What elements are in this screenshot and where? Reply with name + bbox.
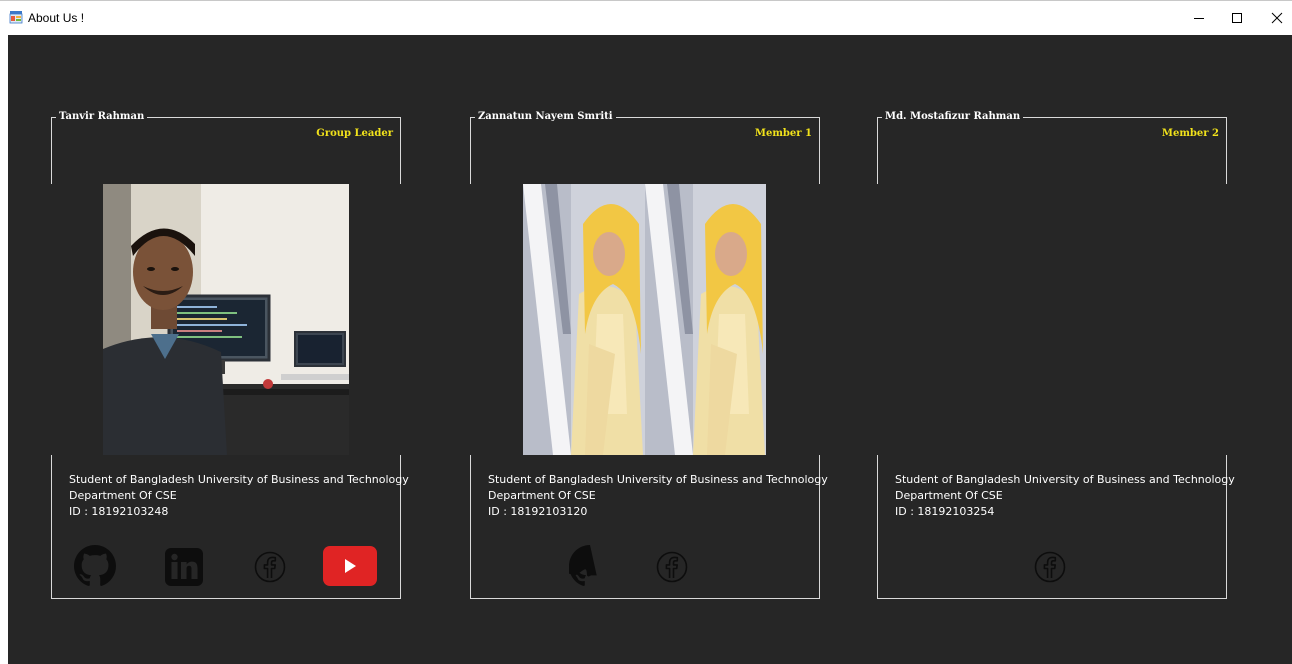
info-id: ID : 18192103254 [895, 505, 995, 518]
app-icon [9, 10, 23, 24]
facebook-icon[interactable] [254, 551, 286, 583]
member-photo-image [523, 184, 766, 455]
close-button[interactable] [1254, 1, 1292, 35]
member-photo-image [103, 184, 349, 455]
github-icon[interactable] [74, 545, 116, 587]
linkedin-icon[interactable] [165, 548, 203, 586]
info-id: ID : 18192103248 [69, 505, 169, 518]
member-info: Student of Bangladesh University of Busi… [69, 472, 409, 520]
youtube-icon[interactable] [323, 546, 377, 586]
info-id: ID : 18192103120 [488, 505, 588, 518]
close-icon [1271, 12, 1283, 24]
info-university: Student of Bangladesh University of Busi… [895, 473, 1235, 486]
info-department: Department Of CSE [895, 489, 1003, 502]
member-name: Zannatun Nayem Smriti [475, 110, 616, 124]
member-role: Member 1 [754, 128, 812, 139]
minimize-icon [1194, 18, 1204, 19]
member-name: Md. Mostafizur Rahman [882, 110, 1024, 124]
member-card-zannatun-nayem-smriti: Zannatun Nayem Smriti Member 1 Student o… [470, 110, 828, 599]
about-us-panel: Tanvir Rahman Group Leader Student of Ba… [8, 35, 1292, 664]
info-department: Department Of CSE [488, 489, 596, 502]
member-card-tanvir-rahman: Tanvir Rahman Group Leader Student of Ba… [51, 110, 409, 599]
info-university: Student of Bangladesh University of Busi… [488, 473, 828, 486]
title-bar: About Us ! [0, 0, 1292, 34]
member-card-md-mostafizur-rahman: Md. Mostafizur Rahman Member 2 Student o… [877, 110, 1235, 599]
member-role: Member 2 [1161, 128, 1219, 139]
member-role: Group Leader [316, 128, 393, 139]
maximize-icon [1232, 13, 1242, 23]
github-icon[interactable] [569, 545, 611, 587]
member-name: Tanvir Rahman [56, 110, 148, 124]
facebook-icon[interactable] [656, 551, 688, 583]
info-department: Department Of CSE [69, 489, 177, 502]
window-title: About Us ! [28, 11, 85, 25]
member-photo [103, 184, 349, 455]
member-info: Student of Bangladesh University of Busi… [895, 472, 1235, 520]
member-photo [523, 184, 766, 455]
member-info: Student of Bangladesh University of Busi… [488, 472, 828, 520]
info-university: Student of Bangladesh University of Busi… [69, 473, 409, 486]
facebook-icon[interactable] [1034, 551, 1066, 583]
